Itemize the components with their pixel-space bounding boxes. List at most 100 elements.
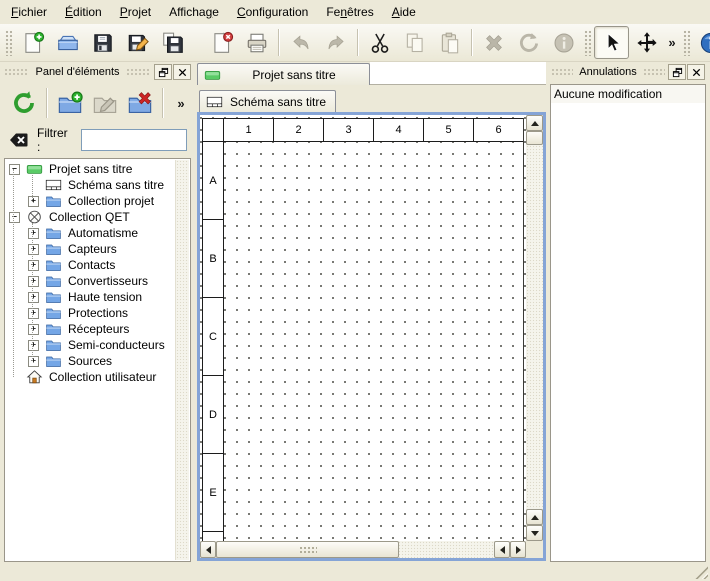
elements-panel-title: Panel d'éléments [32,66,122,78]
toolbar-handle[interactable] [584,30,591,56]
filter-input[interactable] [81,129,187,151]
grid-dots [200,115,526,541]
save-all-button[interactable] [155,26,190,59]
folder-icon [43,337,64,353]
elements-tree: −Projet sans titreSchéma sans titre+Coll… [6,160,176,560]
scroll-up-button[interactable] [526,115,543,131]
tree-item-label: Collection QET [49,210,130,224]
collapse-icon[interactable]: − [9,212,20,223]
new-category-button[interactable] [52,86,87,121]
project-icon [24,161,45,177]
scroll-left-button[interactable] [200,541,216,558]
select-icon [600,31,624,55]
tree-item-label: Protections [68,306,128,320]
redo-button[interactable] [318,26,353,59]
close-undo-button[interactable] [687,64,705,80]
horizontal-scroll-thumb[interactable] [216,541,399,558]
filter-label: Filtrer : [37,126,74,154]
delete-selection-button[interactable] [476,26,511,59]
diagram-view[interactable]: 123456ABCDE [197,112,546,561]
menu-fenetres[interactable]: Fenêtres [317,1,382,23]
clear-filter-icon[interactable] [8,129,30,151]
new-document-button[interactable] [15,26,50,59]
tools-overflow-button[interactable]: » [664,29,680,57]
open-project-button[interactable] [50,26,85,59]
tree-item-label: Haute tension [68,290,142,304]
undo-list-item[interactable]: Aucune modification [551,85,705,103]
expand-icon[interactable]: + [28,196,39,207]
scroll-left-button-2[interactable] [494,541,510,558]
ruler-column-4: 4 [373,118,424,142]
float-undo-button[interactable] [668,64,686,80]
undo-titlebar[interactable]: Annulations [549,62,707,82]
menu-fichier[interactable]: Fichier [2,1,56,23]
cut-button[interactable] [362,26,397,59]
menu-configuration[interactable]: Configuration [228,1,317,23]
edit-category-button[interactable] [87,86,122,121]
diagram-info-button[interactable] [693,26,710,59]
select-tool-button[interactable] [594,26,629,59]
collapse-icon[interactable]: − [9,164,20,175]
undo-button[interactable] [283,26,318,59]
expand-icon[interactable]: + [28,244,39,255]
print-button[interactable] [239,26,274,59]
expand-icon[interactable]: + [28,292,39,303]
toolbar-separator [471,29,472,56]
folder-icon [43,289,64,305]
selection-info-button[interactable] [546,26,581,59]
folder-icon [43,305,64,321]
save-as-button[interactable] [120,26,155,59]
tree-item-label: Convertisseurs [68,274,148,288]
horizontal-scrollbar[interactable] [200,541,526,558]
save-button[interactable] [85,26,120,59]
expand-icon[interactable]: + [28,340,39,351]
rotate-selection-button[interactable] [511,26,546,59]
float-panel-button[interactable] [154,64,172,80]
paste-button[interactable] [432,26,467,59]
ruler-column-1: 1 [223,118,274,142]
resize-grip[interactable] [695,566,708,579]
expand-icon[interactable]: + [28,228,39,239]
vertical-scroll-thumb[interactable] [526,131,543,145]
move-tool-button[interactable] [629,26,664,59]
menu-edition[interactable]: Édition [56,1,111,23]
tree-item-collection-utilisateur[interactable]: Collection utilisateur [6,369,176,385]
expand-icon[interactable]: + [28,356,39,367]
dock-title-texture [4,68,29,77]
tree-item-label: Projet sans titre [49,162,132,176]
toolbar-handle[interactable] [683,30,690,56]
tab-project-label: Projet sans titre [224,68,364,82]
undo-panel-title: Annulations [576,66,640,78]
menu-affichage[interactable]: Affichage [160,1,228,23]
reload-collections-button[interactable] [6,86,41,121]
dock-title-texture [126,68,151,77]
tab-schema[interactable]: Schéma sans titre [199,90,336,112]
expand-icon[interactable]: + [28,308,39,319]
menu-bar: FichierÉditionProjetAffichageConfigurati… [0,0,710,24]
delete-category-button[interactable] [122,86,157,121]
tab-project[interactable]: Projet sans titre [197,63,370,85]
scroll-right-button[interactable] [510,541,526,558]
close-document-button[interactable] [204,26,239,59]
scroll-up-button-2[interactable] [526,509,543,525]
panel-overflow-button[interactable]: » [173,89,189,117]
tree-scrollbar-track[interactable] [175,160,189,560]
copy-button[interactable] [397,26,432,59]
menu-aide[interactable]: Aide [383,1,425,23]
dock-title-texture [551,68,573,77]
close-icon [177,67,188,78]
scroll-down-button[interactable] [526,525,543,541]
expand-icon[interactable]: + [28,276,39,287]
diagram-canvas[interactable]: 123456ABCDE [200,115,526,541]
qet-icon [24,209,45,225]
expand-icon[interactable]: + [28,260,39,271]
close-panel-button[interactable] [173,64,191,80]
folder-icon [43,241,64,257]
vertical-scrollbar[interactable] [526,115,543,541]
menu-projet[interactable]: Projet [111,1,160,23]
elements-panel-titlebar[interactable]: Panel d'éléments [2,62,193,82]
toolbar-handle[interactable] [5,30,12,56]
schema-tabbar: Schéma sans titre [197,85,546,112]
expand-icon[interactable]: + [28,324,39,335]
toolbar-separator [357,29,358,56]
